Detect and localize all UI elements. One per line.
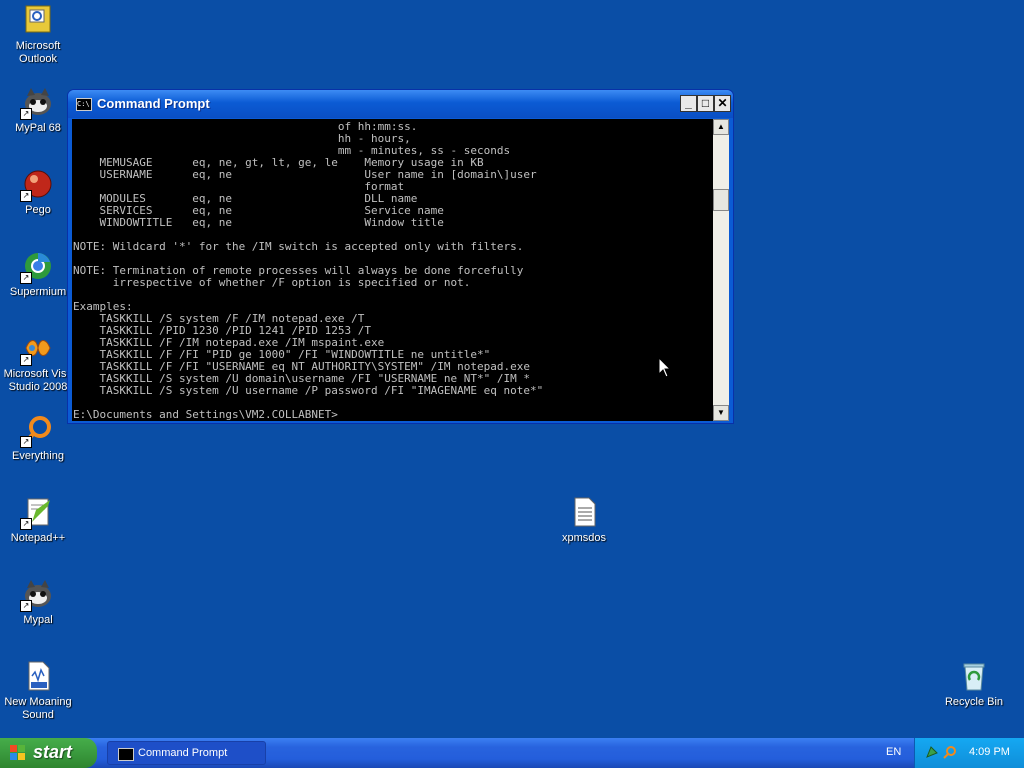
vertical-scrollbar[interactable]: ▲ ▼ — [713, 119, 729, 421]
desktop-icon-label: Microsoft Visu Studio 2008 — [3, 368, 73, 393]
desktop-icon-label: Everything — [12, 450, 64, 462]
desktop-icon-label: Pego — [25, 204, 51, 216]
console-output[interactable]: of hh:mm:ss. hh - hours, mm - minutes, s… — [72, 119, 713, 421]
taskbar-item-label: Command Prompt — [138, 747, 228, 759]
desktop-icon-new-moaning-sound[interactable]: New Moaning Sound — [0, 660, 76, 722]
maximize-button[interactable]: □ — [697, 95, 714, 112]
mouse-cursor-icon — [658, 357, 672, 378]
shortcut-arrow-icon: ↗ — [20, 518, 32, 530]
scroll-up-button[interactable]: ▲ — [713, 119, 729, 135]
minimize-button[interactable]: _ — [680, 95, 697, 112]
desktop-icon-label: Notepad++ — [10, 532, 66, 544]
desktop-icon-everything[interactable]: ↗ Everything — [0, 414, 76, 463]
desktop-icon-label: Recycle Bin — [944, 696, 1004, 708]
scroll-down-button[interactable]: ▼ — [713, 405, 729, 421]
network-tray-icon[interactable] — [925, 745, 939, 759]
shortcut-arrow-icon: ↗ — [20, 436, 32, 448]
desktop-icon-mypal[interactable]: ↗ Mypal — [0, 578, 76, 627]
visual-studio-icon: ↗ — [20, 332, 54, 366]
everything-search-icon: ↗ — [20, 414, 54, 448]
window-title: Command Prompt — [97, 96, 210, 111]
start-button[interactable]: start — [0, 738, 97, 768]
desktop-icon-label: Mypal — [23, 614, 53, 626]
windows-flag-icon — [10, 745, 26, 761]
desktop-icon-label: Microsoft Outlook — [15, 40, 61, 65]
shortcut-arrow-icon: ↗ — [20, 600, 32, 612]
close-button[interactable]: ✕ — [714, 95, 731, 112]
taskbar-item-command-prompt[interactable]: Command Prompt — [107, 741, 266, 765]
shortcut-arrow-icon: ↗ — [20, 108, 32, 120]
desktop-icon-visual-studio-2008[interactable]: ↗ Microsoft Visu Studio 2008 — [0, 332, 76, 394]
text-file-icon — [568, 496, 600, 528]
scroll-thumb[interactable] — [713, 189, 729, 211]
raccoon-icon: ↗ — [20, 578, 54, 612]
clock[interactable]: 4:09 PM — [969, 746, 1010, 758]
taskbar: start Command Prompt EN 4:09 PM — [0, 738, 1024, 768]
desktop-icon-label: MyPal 68 — [15, 122, 61, 134]
desktop-icon-pego[interactable]: ↗ Pego — [0, 168, 76, 217]
desktop-icon-xpmsdos[interactable]: xpmsdos — [546, 496, 622, 545]
desktop-icon-label: xpmsdos — [561, 532, 607, 544]
desktop-icon-recycle-bin[interactable]: Recycle Bin — [936, 660, 1012, 709]
desktop-icon-microsoft-outlook[interactable]: Microsoft Outlook — [0, 4, 76, 66]
console-client-area[interactable]: of hh:mm:ss. hh - hours, mm - minutes, s… — [72, 119, 729, 421]
supermium-icon: ↗ — [20, 250, 54, 284]
desktop-icon-supermium[interactable]: ↗ Supermium — [0, 250, 76, 299]
cmd-app-icon[interactable]: C:\ — [76, 98, 92, 111]
outlook-icon — [22, 4, 54, 36]
system-tray: 4:09 PM — [914, 738, 1024, 768]
desktop-icon-mypal-68[interactable]: ↗ MyPal 68 — [0, 86, 76, 135]
pego-icon: ↗ — [20, 168, 54, 202]
cmd-taskbar-icon — [118, 748, 134, 761]
window-titlebar[interactable]: C:\ Command Prompt _ □ ✕ — [68, 90, 733, 118]
notepad-plus-plus-icon: ↗ — [20, 496, 54, 530]
raccoon-icon: ↗ — [20, 86, 54, 120]
shortcut-arrow-icon: ↗ — [20, 272, 32, 284]
shortcut-arrow-icon: ↗ — [20, 354, 32, 366]
shortcut-arrow-icon: ↗ — [20, 190, 32, 202]
search-tray-icon[interactable] — [943, 745, 957, 759]
desktop-icon-notepad-plus-plus[interactable]: ↗ Notepad++ — [0, 496, 76, 545]
desktop-icon-label: New Moaning Sound — [4, 696, 72, 721]
recycle-bin-icon — [958, 660, 990, 692]
command-prompt-window[interactable]: C:\ Command Prompt _ □ ✕ of hh:mm:ss. hh… — [67, 89, 734, 424]
start-label: start — [33, 742, 73, 762]
desktop-icon-label: Supermium — [9, 286, 67, 298]
language-indicator[interactable]: EN — [886, 746, 901, 758]
wav-file-icon — [22, 660, 54, 692]
